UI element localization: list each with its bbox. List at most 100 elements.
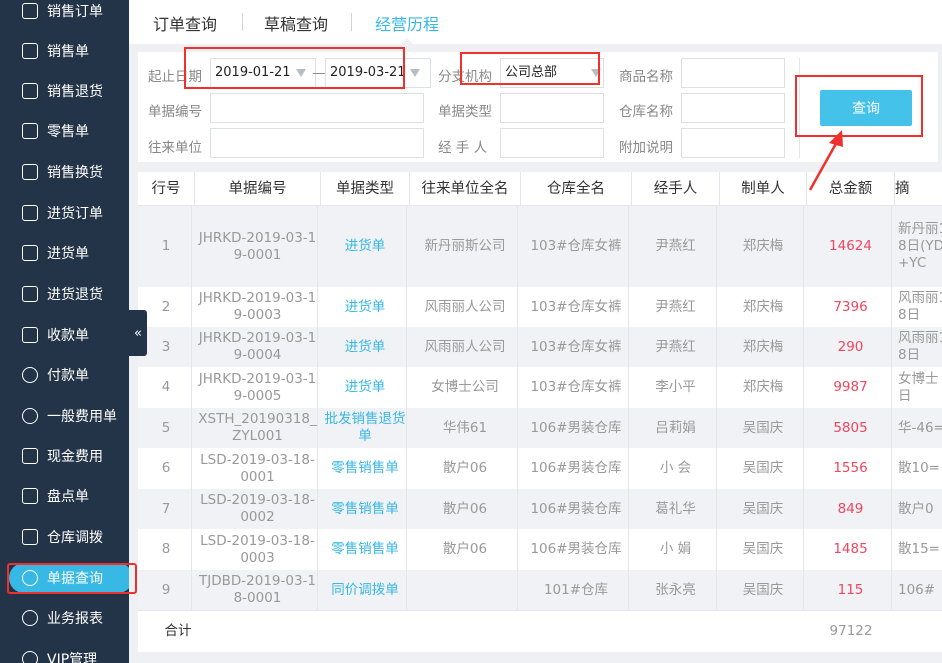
column-header[interactable]: 单据类型 — [321, 172, 410, 206]
sidebar-item-2[interactable]: 销售退货 — [0, 72, 129, 110]
sidebar-item-5[interactable]: 进货订单 — [0, 194, 129, 232]
exchange-icon — [22, 164, 38, 180]
table-cell-type[interactable]: 零售销售单 — [324, 448, 407, 489]
sidebar-item-label: 付款单 — [47, 368, 89, 384]
table-cell-maker: 吴国庆 — [723, 570, 804, 610]
partner-input[interactable] — [210, 128, 424, 158]
column-header[interactable]: 行号 — [138, 172, 195, 206]
table-cell-doc_no: TJDBD-2019-03-18-0001 — [198, 570, 318, 610]
table-cell-type[interactable]: 进货单 — [324, 327, 407, 367]
table-cell-type[interactable]: 进货单 — [324, 206, 407, 287]
table-cell-doc_no: LSD-2019-03-18-0002 — [198, 489, 318, 529]
table-cell-summary: 散15= — [898, 529, 942, 570]
purchase-return-icon — [22, 286, 38, 302]
product-name-input[interactable] — [681, 58, 785, 88]
table-cell-maker: 吴国庆 — [723, 408, 804, 448]
sidebar-item-14[interactable]: 单据查询 — [0, 559, 129, 597]
query-button[interactable]: 查询 — [820, 90, 912, 126]
sidebar-item-12[interactable]: 盘点单 — [0, 477, 129, 515]
sidebar-item-0[interactable]: 销售订单 — [0, 0, 129, 30]
receipt-icon — [22, 327, 38, 343]
sidebar-item-6[interactable]: 进货单 — [0, 234, 129, 272]
sidebar-item-11[interactable]: 现金费用 — [0, 437, 129, 475]
sidebar-item-8[interactable]: 收款单 — [0, 316, 129, 354]
table-cell-type[interactable]: 批发销售退货单 — [324, 408, 407, 448]
sales-order-icon — [22, 3, 38, 19]
table-cell-summary: 风雨丽18日 — [898, 287, 942, 327]
remark-label: 附加说明 — [619, 140, 673, 156]
pie-chart-icon — [22, 610, 38, 626]
doc-no-input[interactable] — [210, 93, 424, 123]
table-cell-handler: 葛礼华 — [635, 489, 717, 529]
vip-icon — [22, 651, 38, 663]
tab-draft-query[interactable]: 草稿查询 — [264, 11, 328, 35]
table-cell-partner: 散户06 — [413, 489, 518, 529]
table-cell-amount: 115 — [810, 570, 892, 610]
sidebar-item-1[interactable]: 销售单 — [0, 32, 129, 70]
sidebar: 销售订单销售单销售退货 零售单 销售换货进货订单进货单进货退货收款单付款单一般费用单… — [0, 0, 129, 663]
sidebar-item-16[interactable]: VIP管理 — [0, 640, 129, 663]
table-cell-doc_no: JHRKD-2019-03-19-0001 — [198, 206, 318, 287]
table-cell-handler: 小 会 — [635, 448, 717, 489]
sidebar-item-9[interactable]: 付款单 — [0, 356, 129, 394]
total-amount: 97122 — [829, 622, 873, 639]
sidebar-item-13[interactable]: 仓库调拨 — [0, 518, 129, 556]
tab-business-history[interactable]: 经营历程 — [375, 11, 439, 35]
table-cell-type[interactable]: 零售销售单 — [324, 489, 407, 529]
sidebar-item-label: 进货单 — [47, 246, 89, 262]
sidebar-item-4[interactable]: 销售换货 — [0, 153, 129, 191]
table-cell-type[interactable]: 同价调拨单 — [324, 570, 407, 610]
tab-order-query[interactable]: 订单查询 — [153, 11, 217, 35]
handler-label: 经 手 人 — [438, 140, 488, 156]
doc-type-select[interactable] — [500, 93, 604, 123]
doc-type-label: 单据类型 — [438, 104, 492, 120]
column-header[interactable]: 总金额 — [807, 172, 895, 206]
column-header[interactable]: 制单人 — [720, 172, 807, 206]
sidebar-item-7[interactable]: 进货退货 — [0, 275, 129, 313]
table-cell-amount: 14624 — [810, 206, 892, 287]
table-cell-partner: 散户06 — [413, 529, 518, 570]
table-cell-amount: 5805 — [810, 408, 892, 448]
divider — [799, 58, 800, 158]
column-header[interactable]: 仓库全名 — [521, 172, 632, 206]
sidebar-item-label: 销售订单 — [47, 4, 103, 20]
sidebar-item-15[interactable]: 业务报表 — [0, 599, 129, 637]
sidebar-item-10[interactable]: 一般费用单 — [0, 397, 129, 435]
transfer-icon — [22, 529, 38, 545]
table-cell-no: 4 — [141, 367, 192, 408]
table-cell-type[interactable]: 进货单 — [324, 287, 407, 327]
sidebar-item-label: 业务报表 — [47, 611, 103, 627]
active-tab-indicator — [401, 38, 413, 44]
sidebar-item-label: 单据查询 — [47, 571, 103, 587]
column-header[interactable]: 摘 — [895, 172, 942, 206]
table-cell-doc_no: JHRKD-2019-03-19-0004 — [198, 327, 318, 367]
branch-select[interactable]: 公司总部 — [500, 58, 604, 88]
handler-input[interactable] — [500, 128, 604, 158]
table-cell-type[interactable]: 进货单 — [324, 367, 407, 408]
product-name-label: 商品名称 — [619, 69, 673, 85]
remark-input[interactable] — [681, 128, 785, 158]
payment-icon — [22, 367, 38, 383]
sidebar-item-label: 销售单 — [47, 44, 89, 60]
date-separator: — — [312, 65, 326, 81]
column-header[interactable]: 单据编号 — [195, 172, 321, 206]
chevron-down-icon[interactable] — [410, 69, 420, 77]
table-cell-summary: 散10= — [898, 448, 942, 489]
collapse-sidebar-button[interactable]: « — [129, 310, 147, 356]
table-cell-warehouse: 101#仓库 — [524, 570, 629, 610]
table-cell-no: 2 — [141, 287, 192, 327]
sidebar-item-3[interactable]: 零售单 — [0, 112, 129, 150]
column-header[interactable]: 经手人 — [632, 172, 720, 206]
table-cell-partner: 风雨丽人公司 — [413, 287, 518, 327]
table-cell-handler: 小 娟 — [635, 529, 717, 570]
warehouse-input[interactable] — [681, 93, 785, 123]
column-header[interactable]: 往来单位全名 — [410, 172, 521, 206]
chevron-down-icon[interactable] — [296, 69, 306, 77]
table-cell-handler: 张永亮 — [635, 570, 717, 610]
sidebar-item-label: 现金费用 — [47, 449, 103, 465]
sidebar-item-label: 进货订单 — [47, 206, 103, 222]
table-cell-type[interactable]: 零售销售单 — [324, 529, 407, 570]
sales-return-icon — [22, 83, 38, 99]
sidebar-item-label: 收款单 — [47, 328, 89, 344]
chevron-down-icon[interactable] — [591, 69, 601, 77]
